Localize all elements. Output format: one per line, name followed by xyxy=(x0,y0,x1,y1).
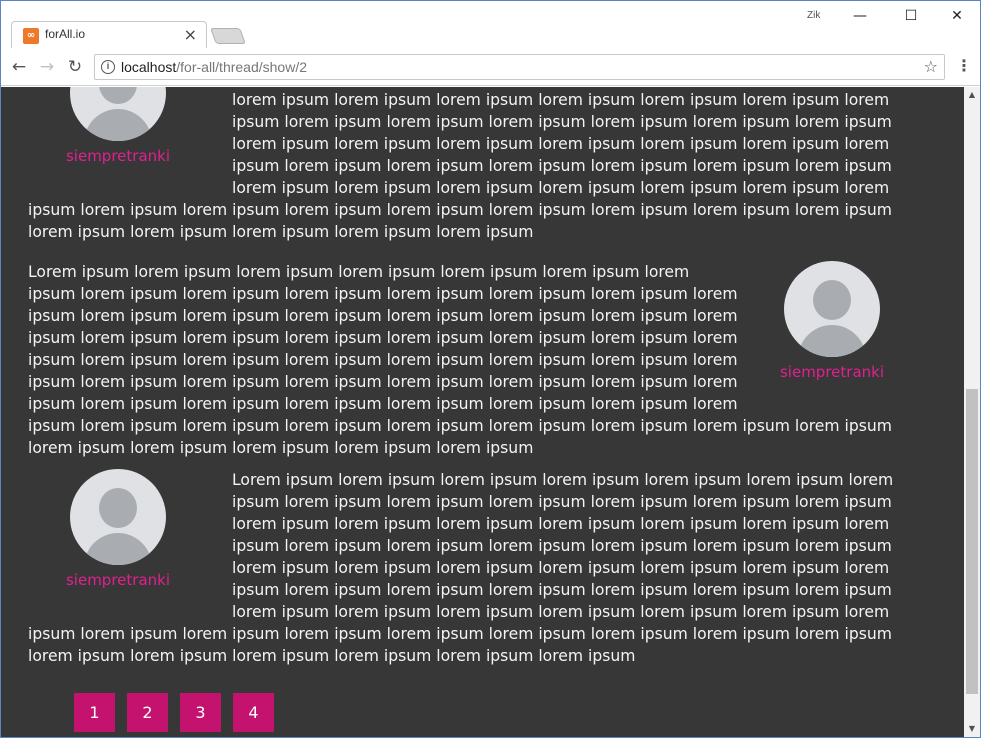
browser-window: ∞ forAll.io × Zik — ☐ ✕ ← → ↻ i localhos… xyxy=(0,0,981,738)
xampp-favicon-icon: ∞ xyxy=(23,28,39,44)
url-path: /for-all/thread/show/2 xyxy=(176,59,307,75)
post: siempretranki lorem ipsum lorem ipsum lo… xyxy=(28,87,938,243)
url-host: localhost xyxy=(121,59,177,75)
post-author: siempretranki xyxy=(28,87,218,193)
page-content: siempretranki lorem ipsum lorem ipsum lo… xyxy=(1,87,964,737)
post: siempretranki Lorem ipsum lorem ipsum lo… xyxy=(28,469,938,667)
forward-arrow-icon[interactable]: → xyxy=(37,57,57,77)
tab-close-icon[interactable]: × xyxy=(184,25,197,44)
post: siempretranki Lorem ipsum lorem ipsum lo… xyxy=(28,261,938,459)
browser-menu-icon[interactable]: ⋮ xyxy=(956,58,972,74)
page-button-2[interactable]: 2 xyxy=(127,693,168,732)
reload-icon[interactable]: ↻ xyxy=(65,57,85,77)
url-text[interactable]: localhost/for-all/thread/show/2 xyxy=(121,59,307,75)
bookmark-star-icon[interactable]: ☆ xyxy=(924,57,938,76)
vertical-scrollbar[interactable]: ▲ ▼ xyxy=(964,87,980,737)
page-button-4[interactable]: 4 xyxy=(233,693,274,732)
browser-tab[interactable]: ∞ forAll.io × xyxy=(11,21,207,48)
avatar-icon[interactable] xyxy=(70,469,166,565)
author-name-link[interactable]: siempretranki xyxy=(23,145,213,167)
page-button-3[interactable]: 3 xyxy=(180,693,221,732)
address-bar[interactable]: i localhost/for-all/thread/show/2 ☆ xyxy=(94,54,945,80)
window-close-icon[interactable]: ✕ xyxy=(942,5,972,27)
author-name-link[interactable]: siempretranki xyxy=(23,569,213,591)
profile-icon[interactable]: Zik xyxy=(807,10,820,21)
tab-title: forAll.io xyxy=(45,27,86,41)
scroll-thumb[interactable] xyxy=(966,389,978,694)
back-arrow-icon[interactable]: ← xyxy=(9,57,29,77)
minimize-icon[interactable]: — xyxy=(845,5,875,27)
title-bar: ∞ forAll.io × Zik — ☐ ✕ xyxy=(1,1,980,48)
post-author: siempretranki xyxy=(748,261,938,409)
maximize-icon[interactable]: ☐ xyxy=(896,5,926,27)
scroll-up-arrow-icon[interactable]: ▲ xyxy=(964,87,980,103)
new-tab-button[interactable] xyxy=(210,28,246,44)
avatar-icon[interactable] xyxy=(784,261,880,357)
author-name-link[interactable]: siempretranki xyxy=(737,361,927,383)
pagination: 1 2 3 4 xyxy=(74,693,286,733)
avatar-icon[interactable] xyxy=(70,87,166,141)
scroll-down-arrow-icon[interactable]: ▼ xyxy=(964,721,980,737)
browser-toolbar: ← → ↻ i localhost/for-all/thread/show/2 … xyxy=(1,48,980,86)
page-button-1[interactable]: 1 xyxy=(74,693,115,732)
info-icon[interactable]: i xyxy=(101,60,115,74)
post-author: siempretranki xyxy=(28,469,218,617)
